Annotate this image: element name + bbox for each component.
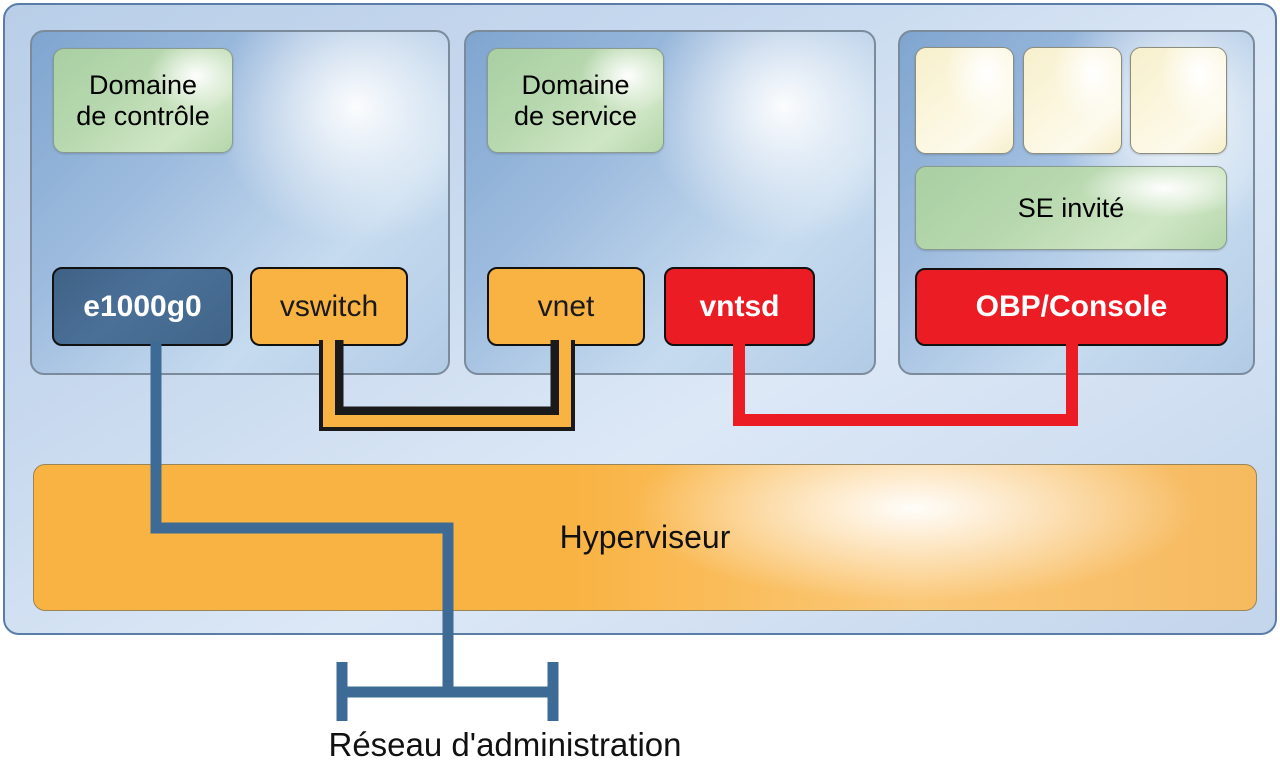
- guest-resource-box-2: [1023, 47, 1122, 154]
- vnet-label: vnet: [537, 289, 595, 323]
- nic-e1000g0-label: e1000g0: [83, 289, 202, 323]
- obp-console-label: OBP/Console: [975, 290, 1168, 324]
- nic-e1000g0-box: e1000g0: [52, 267, 233, 346]
- guest-resource-box-3: [1130, 47, 1227, 154]
- vswitch-label: vswitch: [279, 289, 379, 323]
- guest-os-label: SE invité: [1017, 192, 1125, 223]
- service-domain-header-text: Domaine de service: [514, 70, 637, 130]
- service-domain-header-line2: de service: [513, 100, 638, 131]
- control-domain-header-box: Domaine de contrôle: [53, 48, 233, 153]
- hypervisor-label: Hyperviseur: [559, 519, 731, 555]
- service-domain-header-box: Domaine de service: [487, 48, 664, 153]
- control-domain-header-line1: Domaine: [88, 70, 198, 101]
- guest-resource-box-1: [915, 47, 1014, 154]
- control-domain-header-line2: de contrôle: [76, 100, 210, 131]
- obp-console-box: OBP/Console: [915, 268, 1228, 346]
- admin-network-label: Réseau d'administration: [328, 726, 682, 763]
- vntsd-box: vntsd: [664, 267, 815, 346]
- guest-os-box: SE invité: [915, 166, 1227, 250]
- vntsd-label: vntsd: [699, 289, 780, 323]
- vswitch-box: vswitch: [250, 267, 408, 346]
- service-domain-header-line1: Domaine: [521, 70, 630, 101]
- diagram-canvas: Hyperviseur Domaine de contrôle e1000g0 …: [0, 0, 1280, 773]
- hypervisor-bar: Hyperviseur: [33, 464, 1257, 611]
- control-domain-header-text: Domaine de contrôle: [76, 70, 210, 130]
- vnet-box: vnet: [487, 267, 645, 346]
